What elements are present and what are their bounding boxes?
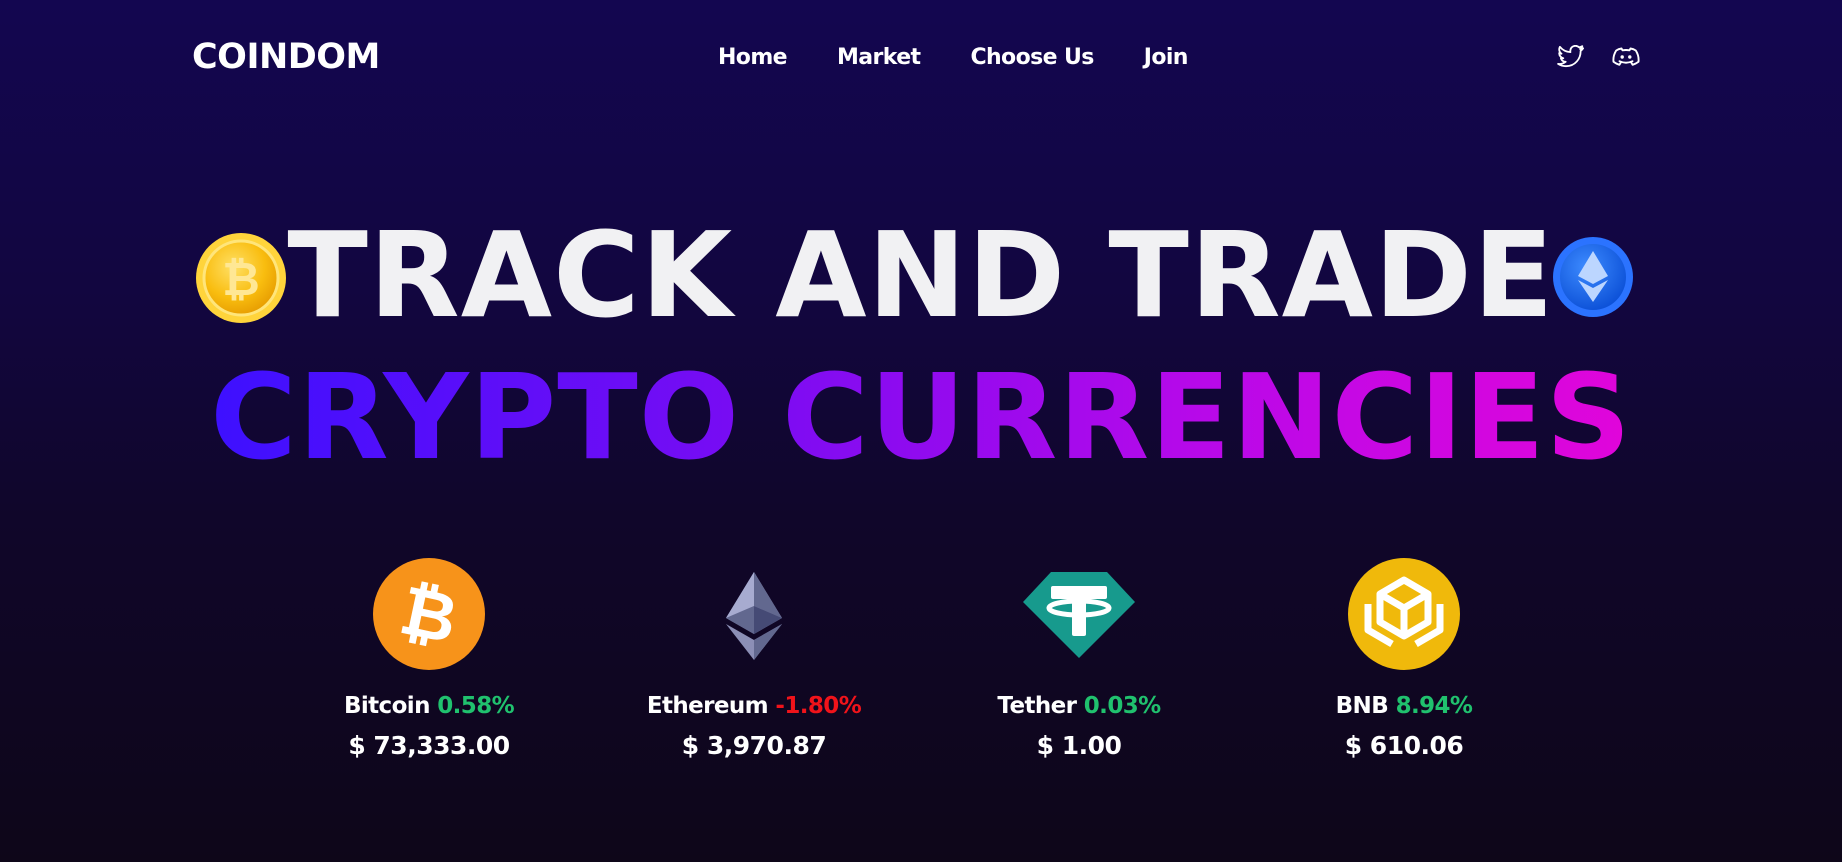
bitcoin-icon: ₿ [373, 558, 485, 670]
coin-change: 0.03% [1083, 693, 1161, 719]
hero-title-line2: CRYPTO CURRENCIES [0, 342, 1842, 492]
nav-link-choose-us[interactable]: Choose Us [970, 42, 1094, 74]
nav-link-join[interactable]: Join [1144, 42, 1189, 74]
coin-card-tether[interactable]: Tether 0.03% $ 1.00 [949, 555, 1209, 765]
coin-card-ethereum[interactable]: Ethereum -1.80% $ 3,970.87 [624, 555, 884, 765]
hero-title-line1: TRACK AND TRADE [287, 206, 1555, 344]
coin-name: Bitcoin [343, 693, 431, 719]
twitter-icon[interactable] [1556, 42, 1586, 72]
coin-card-bnb[interactable]: BNB 8.94% $ 610.06 [1274, 555, 1534, 765]
navbar: COINDOM Home Market Choose Us Join [0, 0, 1842, 115]
coin-name: BNB [1335, 693, 1389, 719]
discord-icon[interactable] [1611, 42, 1641, 72]
nav-links: Home Market Choose Us Join [718, 42, 1188, 74]
coin-card-bitcoin[interactable]: ₿ Bitcoin 0.58% $ 73,333.00 [299, 555, 559, 765]
coin-price: $ 1.00 [1036, 731, 1122, 760]
twitter-icon-svg [1557, 45, 1584, 68]
coin-name: Tether [997, 693, 1077, 719]
social-links [1556, 42, 1641, 72]
nav-link-home[interactable]: Home [718, 42, 788, 74]
hero-title-gradient: CRYPTO CURRENCIES [210, 348, 1632, 486]
ethereum-icon [726, 572, 782, 660]
coin-ticker-row: ₿ Bitcoin 0.58% $ 73,333.00 Ethereum -1.… [0, 555, 1842, 765]
nav-link-market[interactable]: Market [837, 42, 921, 74]
bnb-icon [1348, 558, 1460, 670]
discord-icon-svg [1612, 47, 1640, 66]
coin-price: $ 610.06 [1344, 731, 1464, 760]
coin-price: $ 73,333.00 [348, 731, 510, 760]
site-logo[interactable]: COINDOM [192, 36, 380, 78]
tether-icon [1023, 572, 1135, 658]
coin-change: 0.58% [437, 693, 515, 719]
coin-name: Ethereum [646, 693, 769, 719]
coin-change: -1.80% [775, 693, 862, 719]
coin-change: 8.94% [1395, 693, 1473, 719]
coin-price: $ 3,970.87 [681, 731, 827, 760]
